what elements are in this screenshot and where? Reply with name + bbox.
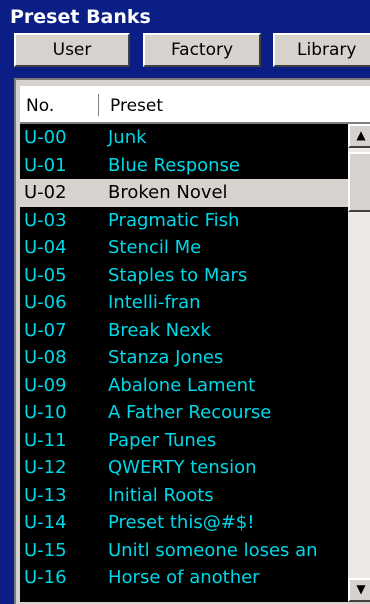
preset-number: U-00 <box>24 127 67 148</box>
list-item[interactable]: U-12 QWERTY tension <box>20 454 348 482</box>
preset-number: U-07 <box>24 319 67 341</box>
list-item[interactable]: U-10 A Father Recourse <box>20 399 348 427</box>
preset-number: U-05 <box>24 264 67 286</box>
preset-number: U-01 <box>24 154 67 176</box>
preset-name: Blue Response <box>108 154 241 176</box>
preset-name: Pragmatic Fish <box>108 209 240 231</box>
list-item[interactable]: U-01 Blue Response <box>20 152 348 180</box>
preset-number: U-15 <box>24 539 67 561</box>
preset-number: U-03 <box>24 209 67 231</box>
preset-name: A Father Recourse <box>108 402 272 423</box>
preset-number: U-02 <box>24 182 67 203</box>
list-item[interactable]: U-03 Pragmatic Fish <box>20 207 348 235</box>
preset-number: U-12 <box>24 457 67 478</box>
preset-number: U-14 <box>24 512 67 533</box>
list-item[interactable]: U-08 Stanza Jones <box>20 344 348 372</box>
preset-name: Paper Tunes <box>108 429 217 451</box>
preset-banks-window: Preset Banks User Factory Library No. Pr… <box>0 0 370 604</box>
list-item[interactable]: U-09 Abalone Lament <box>20 372 348 400</box>
preset-name: Junk <box>108 127 147 148</box>
preset-number: U-08 <box>24 347 67 368</box>
list-item[interactable]: U-13 Initial Roots <box>20 482 348 510</box>
list-item[interactable]: U-07 Break Nexk <box>20 317 348 345</box>
tab-library[interactable]: Library <box>273 33 370 67</box>
preset-list-panel: No. Preset U-00 Junk U-01 Blue Response U-02… <box>14 78 370 604</box>
list-item[interactable]: U-11 Paper Tunes <box>20 427 348 455</box>
preset-name: QWERTY tension <box>108 457 257 478</box>
preset-name: Break Nexk <box>108 319 211 341</box>
list-item[interactable]: U-05 Staples to Mars <box>20 262 348 290</box>
list-item[interactable]: U-14 Preset this@#$! <box>20 509 348 537</box>
list-item[interactable]: U-15 Unitl someone loses an <box>20 537 348 565</box>
list-item[interactable]: U-04 Stencil Me <box>20 234 348 262</box>
preset-name: Stencil Me <box>108 237 202 258</box>
preset-number: U-16 <box>24 567 67 588</box>
preset-name: Stanza Jones <box>108 347 224 368</box>
preset-number: U-13 <box>24 484 67 506</box>
preset-number: U-11 <box>24 429 67 451</box>
tab-factory[interactable]: Factory <box>143 33 261 67</box>
list-header: No. Preset <box>20 86 370 124</box>
column-separator[interactable] <box>98 94 99 116</box>
column-header-preset[interactable]: Preset <box>110 96 163 116</box>
tab-user[interactable]: User <box>14 33 130 67</box>
preset-name: Preset this@#$! <box>108 512 255 533</box>
preset-number: U-06 <box>24 292 67 313</box>
preset-name: Intelli-fran <box>108 292 201 313</box>
preset-number: U-09 <box>24 374 67 396</box>
preset-name: Staples to Mars <box>108 264 248 286</box>
scroll-down-arrow-icon[interactable]: ▼ <box>348 578 370 602</box>
preset-list[interactable]: U-00 Junk U-01 Blue Response U-02 Broken Nove… <box>20 124 348 602</box>
vertical-scrollbar[interactable]: ▲ ▼ <box>348 124 370 602</box>
list-item[interactable]: U-16 Horse of another <box>20 564 348 592</box>
preset-number: U-10 <box>24 402 67 423</box>
preset-name: Initial Roots <box>108 484 214 506</box>
scrollbar-thumb[interactable] <box>348 152 370 212</box>
preset-name: Unitl someone loses an <box>108 539 318 561</box>
preset-name: Broken Novel <box>108 182 228 203</box>
list-item[interactable]: U-00 Junk <box>20 124 348 152</box>
window-title: Preset Banks <box>10 6 151 28</box>
preset-number: U-04 <box>24 237 67 258</box>
list-item-selected[interactable]: U-02 Broken Novel <box>20 179 348 207</box>
list-item[interactable]: U-06 Intelli-fran <box>20 289 348 317</box>
preset-name: Abalone Lament <box>108 374 256 396</box>
scroll-up-arrow-icon[interactable]: ▲ <box>348 124 370 148</box>
column-header-no[interactable]: No. <box>26 96 54 116</box>
preset-name: Horse of another <box>108 567 260 588</box>
